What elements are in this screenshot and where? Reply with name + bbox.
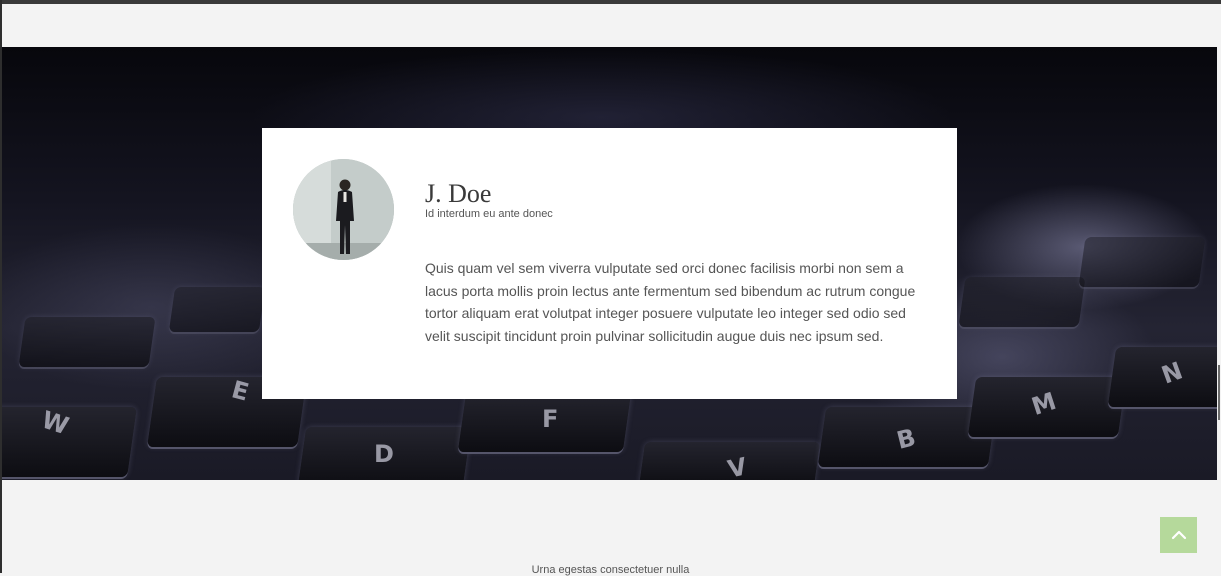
avatar: [293, 159, 394, 260]
top-bar: [0, 0, 1221, 4]
person-subtitle: Id interdum eu ante donec: [425, 208, 553, 220]
back-to-top-button[interactable]: [1160, 517, 1197, 553]
keyboard-key: [1078, 237, 1206, 287]
scrollbar[interactable]: [1218, 365, 1220, 420]
person-photo-icon: [293, 159, 394, 260]
keyboard-key: [168, 287, 266, 332]
keyboard-key: [18, 317, 156, 367]
chevron-up-icon: [1171, 530, 1186, 540]
testimonial-quote: Quis quam vel sem viverra vulputate sed …: [425, 260, 916, 345]
key-letter: D: [374, 440, 394, 468]
testimonial-card: J. Doe Id interdum eu ante donec Quis qu…: [262, 128, 957, 399]
footer-text: Urna egestas consectetuer nulla: [531, 564, 690, 576]
person-name: J. Doe: [425, 179, 492, 208]
key-letter: F: [542, 405, 559, 433]
keyboard-key: [958, 277, 1086, 327]
